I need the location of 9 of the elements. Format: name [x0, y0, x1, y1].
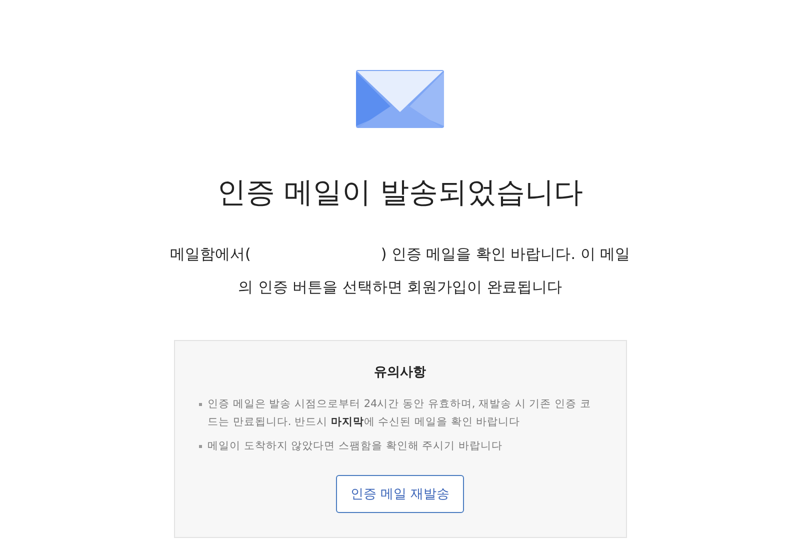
notice-text: 인증 메일은 발송 시점으로부터 24시간 동안 유효하며, 재발송 시 기존 인증 코드는 만료됩니다. 반드시 마지막에 수신된 메일을 확인 바랍니다	[208, 397, 592, 430]
envelope-icon	[356, 70, 444, 128]
notice-heading: 유의사항	[374, 364, 426, 381]
resend-button[interactable]: 인증 메일 재발송	[336, 475, 464, 513]
bullet-icon	[198, 403, 202, 406]
page-title: 인증 메일이 발송되었습니다	[216, 174, 584, 211]
bullet-icon	[198, 445, 202, 448]
notice-text: 메일이 도착하지 않았다면 스팸함을 확인해 주시기 바랍니다	[208, 439, 503, 454]
instruction-text: 메일함에서( ) 인증 메일을 확인 바랍니다. 이 메일의 인증 버튼을 선택하면 회원가입이 완료됩니다	[168, 244, 632, 298]
